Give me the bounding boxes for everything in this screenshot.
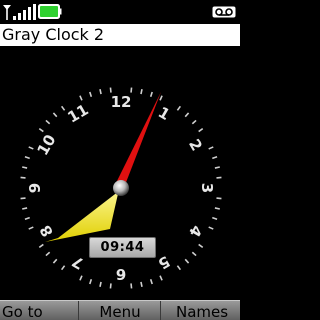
dial-number-4: 4 xyxy=(185,222,206,240)
minute-tick xyxy=(191,119,197,125)
dial-number-11: 11 xyxy=(64,101,91,127)
minute-tick xyxy=(99,281,102,287)
digital-time: 09:44 xyxy=(100,240,145,255)
minute-tick xyxy=(52,258,58,264)
title-bar: Gray Clock 2 xyxy=(0,24,240,46)
dial-number-3: 3 xyxy=(198,183,216,193)
minute-tick xyxy=(212,156,218,160)
center-hub xyxy=(113,180,129,196)
digital-time-display: 09:44 xyxy=(89,237,156,258)
minute-tick xyxy=(184,258,190,264)
dial-number-10: 10 xyxy=(34,131,60,158)
minute-tick xyxy=(60,265,66,271)
voicemail-icon xyxy=(212,6,236,18)
minute-tick xyxy=(20,197,26,200)
minute-tick xyxy=(79,275,83,281)
minute-tick xyxy=(28,146,34,150)
softkey-divider xyxy=(160,301,161,320)
minute-tick xyxy=(191,251,197,257)
minute-tick xyxy=(109,87,112,93)
minute-tick xyxy=(212,216,218,220)
minute-tick xyxy=(52,112,58,118)
minute-tick xyxy=(184,112,190,118)
dial-number-2: 2 xyxy=(185,136,206,154)
dial-number-12: 12 xyxy=(111,93,132,111)
minute-tick xyxy=(176,265,182,271)
minute-tick xyxy=(60,105,66,111)
minute-tick xyxy=(24,156,30,160)
menu-softkey[interactable]: Menu xyxy=(80,301,160,320)
minute-tick xyxy=(45,251,51,257)
dial-number-9: 9 xyxy=(26,183,44,193)
minute-tick xyxy=(216,176,222,179)
analog-clock: 12 12 3 45 6 78 9 1011 xyxy=(20,87,222,289)
battery-icon xyxy=(38,4,62,19)
minute-tick xyxy=(45,119,51,125)
dial-number-6: 6 xyxy=(116,265,126,283)
dial-number-7: 7 xyxy=(69,252,87,273)
minute-tick xyxy=(99,89,102,95)
softkey-bar: Go to Menu Names xyxy=(0,300,240,320)
minute-tick xyxy=(140,89,143,95)
dial-number-1: 1 xyxy=(155,103,173,124)
minute-tick xyxy=(24,216,30,220)
dial-number-8: 8 xyxy=(36,222,57,240)
dial-number-5: 5 xyxy=(155,252,173,273)
status-bar xyxy=(0,0,240,24)
minute-tick xyxy=(130,87,133,93)
minute-tick xyxy=(89,279,93,285)
clock-area: 12 1 2 3 4 5 6 7 8 9 10 11 09:44 xyxy=(0,46,240,300)
phone-screen: Gray Clock 2 12 1 2 3 4 5 6 7 8 9 10 11 09: xyxy=(0,0,240,320)
minute-tick xyxy=(149,279,153,285)
minute-tick xyxy=(89,91,93,97)
minute-tick xyxy=(149,91,153,97)
minute-tick xyxy=(216,197,222,200)
goto-softkey[interactable]: Go to xyxy=(2,301,62,320)
minute-tick xyxy=(79,95,83,101)
minute-tick xyxy=(208,226,214,230)
minute-tick xyxy=(214,166,220,169)
softkey-divider xyxy=(78,301,79,320)
minute-tick xyxy=(208,146,214,150)
hour-hand xyxy=(45,185,120,242)
minute-tick xyxy=(20,176,26,179)
minute-tick xyxy=(176,105,182,111)
minute-tick xyxy=(38,243,44,249)
minute-tick xyxy=(159,275,163,281)
minute-tick xyxy=(22,207,28,210)
minute-tick xyxy=(109,283,112,289)
signal-strength-icon xyxy=(3,4,36,20)
page-title: Gray Clock 2 xyxy=(2,25,105,44)
names-softkey[interactable]: Names xyxy=(176,301,240,320)
minute-tick xyxy=(214,207,220,210)
minute-tick xyxy=(130,283,133,289)
minute-tick xyxy=(28,226,34,230)
minute-tick xyxy=(38,127,44,133)
minute-tick xyxy=(22,166,28,169)
minute-tick xyxy=(198,127,204,133)
minute-tick xyxy=(159,95,163,101)
minute-tick xyxy=(198,243,204,249)
minute-tick xyxy=(140,281,143,287)
